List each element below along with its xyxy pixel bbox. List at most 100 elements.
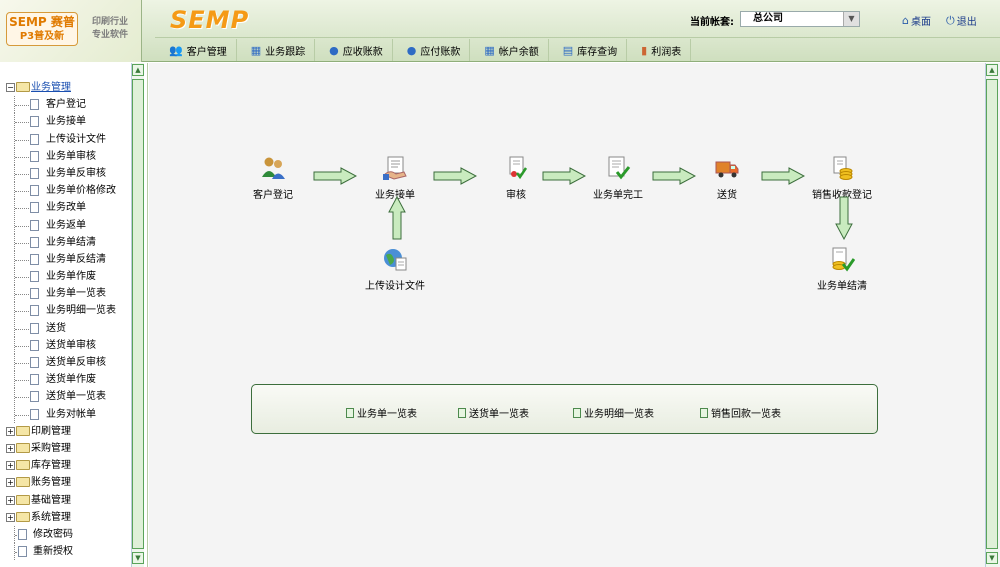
plus-icon[interactable]: + <box>6 512 15 522</box>
tree-item-label: 业务单价格修改 <box>46 185 116 197</box>
tree-item[interactable]: 业务单反审核 <box>6 164 132 182</box>
flow-upload-design[interactable]: 上传设计文件 <box>365 246 425 292</box>
tree-item[interactable]: 重新授权 <box>6 543 132 561</box>
tree-item[interactable]: 业务单反结清 <box>6 250 132 268</box>
plus-icon[interactable]: + <box>6 461 15 471</box>
tree-item[interactable]: 业务对帐单 <box>6 405 132 423</box>
tree-item[interactable]: 送货单一览表 <box>6 388 132 406</box>
arrow-right-icon <box>313 167 357 185</box>
tree-item[interactable]: 业务单审核 <box>6 147 132 165</box>
menu-item-profit[interactable]: ▮ 利润表 <box>627 39 692 61</box>
minus-icon[interactable]: − <box>6 83 15 92</box>
report-link-delivery-list[interactable]: 送货单一览表 <box>458 405 529 420</box>
tree-item[interactable]: 业务单作废 <box>6 268 132 286</box>
tree-item[interactable]: 送货单审核 <box>6 336 132 354</box>
tree-item[interactable]: 送货 <box>6 319 132 337</box>
tree-item[interactable]: 业务改单 <box>6 199 132 217</box>
tree-item[interactable]: 上传设计文件 <box>6 130 132 148</box>
tree-line <box>15 225 29 227</box>
flow-order-complete[interactable]: 业务单完工 <box>593 155 643 201</box>
menu-item-receivable[interactable]: ● 应收账款 <box>315 39 393 61</box>
review-icon <box>509 156 528 180</box>
tree-folder-label: 账务管理 <box>31 477 71 489</box>
flow-order-settle[interactable]: 业务单结清 <box>817 246 867 292</box>
home-icon: ⌂ <box>902 14 909 27</box>
account-select[interactable]: 总公司 ▼ <box>740 11 860 27</box>
tree-item[interactable]: 业务返单 <box>6 216 132 234</box>
scroll-thumb[interactable] <box>132 79 144 549</box>
tree-folder[interactable]: + 印刷管理 <box>6 423 132 440</box>
report-link-label: 业务明细一览表 <box>584 409 654 420</box>
scroll-up-icon[interactable]: ▲ <box>986 64 998 76</box>
menu-item-inventory[interactable]: ▤ 库存查询 <box>549 39 628 61</box>
tree-line <box>15 294 29 296</box>
exit-link[interactable]: ⏻ 退出 <box>946 13 977 29</box>
tree-item[interactable]: 送货单反审核 <box>6 354 132 371</box>
chevron-down-icon[interactable]: ▼ <box>843 12 859 26</box>
scroll-down-icon[interactable]: ▼ <box>986 552 998 564</box>
menu-item-tracking[interactable]: ▦ 业务跟踪 <box>237 39 316 61</box>
exit-icon: ⏻ <box>946 13 955 27</box>
contract-icon <box>383 156 407 180</box>
flow-sales-receipt[interactable]: 销售收款登记 <box>812 155 872 201</box>
flow-review[interactable]: 审核 <box>503 155 529 201</box>
flow-label: 审核 <box>506 190 526 201</box>
document-icon <box>30 185 39 197</box>
tree-folder[interactable]: + 基础管理 <box>6 492 132 509</box>
sidebar: − 业务管理 客户登记 业务接单 上传设计文件 业务单审核 业务单反审核 业务单价格修改业… <box>0 63 148 567</box>
tree-folder[interactable]: + 采购管理 <box>6 440 132 457</box>
report-link-detail-list[interactable]: 业务明细一览表 <box>573 405 654 420</box>
menu-item-payable[interactable]: ● 应付账款 <box>393 39 471 61</box>
main-scrollbar[interactable]: ▲ ▼ <box>985 63 998 567</box>
tree-item[interactable]: 客户登记 <box>6 96 132 114</box>
tree-folder[interactable]: + 账务管理 <box>6 474 132 491</box>
tree-folder-business[interactable]: − 业务管理 <box>6 79 132 96</box>
arrow-down-icon <box>835 196 853 240</box>
flow-order-receive[interactable]: 业务接单 <box>375 155 415 201</box>
arrow-right-icon <box>433 167 477 185</box>
menu-item-customer[interactable]: 👥 客户管理 <box>155 39 237 61</box>
tree-folder[interactable]: + 系统管理 <box>6 509 132 526</box>
sidebar-scrollbar[interactable]: ▲ ▼ <box>131 63 144 567</box>
desktop-link[interactable]: ⌂ 桌面 <box>902 13 931 28</box>
report-link-order-list[interactable]: 业务单一览表 <box>346 405 417 420</box>
tree-line <box>15 105 29 107</box>
tree-folder-label: 系统管理 <box>31 511 71 523</box>
header: SEMP 赛普 P3普及新 印刷行业 专业软件 SEMP 当前帐套: 总公司 ▼… <box>0 0 1000 62</box>
tree-folder-label: 库存管理 <box>31 460 71 472</box>
tree-line <box>15 311 29 313</box>
tree-item[interactable]: 业务接单 <box>6 113 132 131</box>
menu-bar: 👥 客户管理 ▦ 业务跟踪 ● 应收账款 ● 应付账款 ▦ 帐户余额 ▤ 库存查询 ▮ 利润表 <box>155 37 1000 62</box>
scroll-down-icon[interactable]: ▼ <box>132 552 144 564</box>
arrow-right-icon <box>542 167 586 185</box>
tree-folder[interactable]: + 库存管理 <box>6 457 132 474</box>
tree-item-label: 业务对帐单 <box>46 408 96 420</box>
flow-delivery[interactable]: 送货 <box>714 155 740 201</box>
tree-item[interactable]: 送货单作废 <box>6 371 132 389</box>
tree-item[interactable]: 业务明细一览表 <box>6 302 132 320</box>
logo-tagline-2: 专业软件 <box>91 30 128 40</box>
tree-item-label: 送货 <box>46 322 66 334</box>
bar-chart-icon: ▮ <box>641 43 648 57</box>
flow-customer-register[interactable]: 客户登记 <box>253 155 293 201</box>
tree-item[interactable]: 修改密码 <box>6 525 132 543</box>
document-icon <box>30 391 39 403</box>
plus-icon[interactable]: + <box>6 495 15 505</box>
folder-open-icon <box>16 82 30 92</box>
tree-item[interactable]: 业务单一览表 <box>6 285 132 303</box>
tree-item-label: 送货单一览表 <box>46 391 106 403</box>
report-link-receipt-list[interactable]: 销售回款一览表 <box>700 405 781 420</box>
tree-line <box>15 156 29 158</box>
tree-item[interactable]: 业务单结清 <box>6 233 132 251</box>
menu-item-balance[interactable]: ▦ 帐户余额 <box>470 39 549 61</box>
scroll-up-icon[interactable]: ▲ <box>132 64 144 76</box>
tree-item-label: 客户登记 <box>46 99 86 111</box>
plus-icon[interactable]: + <box>6 426 15 436</box>
plus-icon[interactable]: + <box>6 443 15 453</box>
document-icon <box>30 150 39 162</box>
scroll-thumb[interactable] <box>986 79 998 549</box>
flow-label: 业务单完工 <box>593 190 643 201</box>
tree-item[interactable]: 业务单价格修改 <box>6 182 132 200</box>
plus-icon[interactable]: + <box>6 478 15 488</box>
tree-item-label: 业务单审核 <box>46 150 96 162</box>
